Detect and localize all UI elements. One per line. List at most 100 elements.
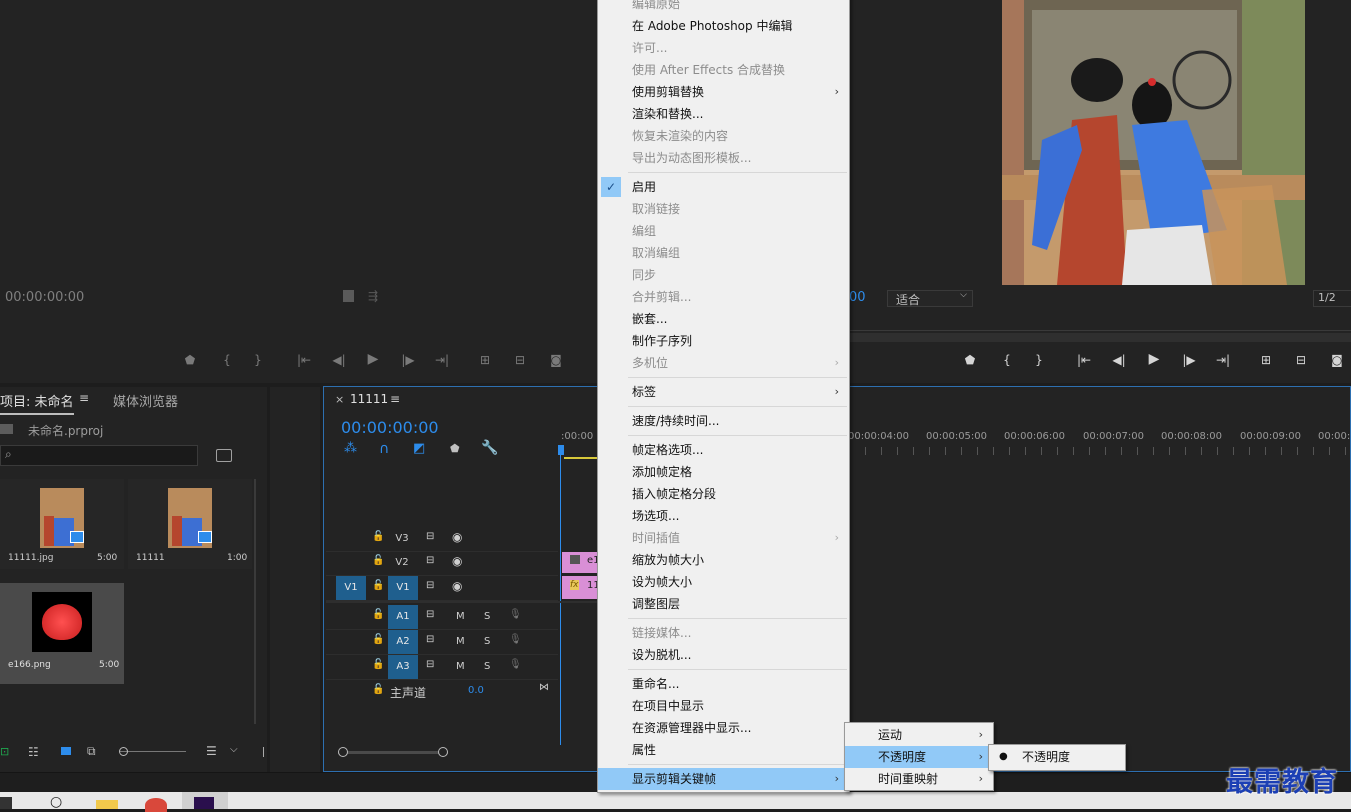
menu-item[interactable]: 同步 [598, 264, 849, 286]
solo-button[interactable]: S [484, 661, 490, 672]
program-timecode-partial[interactable]: 00 [849, 290, 866, 305]
submenu-item-opacity[interactable]: 不透明度 › [845, 746, 993, 768]
step-forward-icon[interactable]: |▶ [1180, 353, 1198, 367]
go-to-in-icon[interactable]: |⇤ [295, 353, 313, 367]
sync-lock-icon[interactable]: ⊟ [426, 659, 434, 670]
overwrite-icon[interactable]: ⊟ [511, 353, 529, 367]
menu-item[interactable]: 标签 › [598, 381, 849, 403]
clip-v1[interactable]: fx 11 [562, 576, 598, 599]
track-label-v3[interactable]: V3 [391, 533, 413, 544]
menu-item-show-clip-keyframes[interactable]: 显示剪辑关键帧 › [598, 768, 849, 790]
lock-icon[interactable]: 🔓 [372, 580, 384, 591]
zoom-slider[interactable] [119, 747, 186, 756]
sort-icon[interactable]: ☰ [206, 744, 217, 758]
lock-icon[interactable]: 🔓 [372, 609, 384, 620]
sync-lock-icon[interactable]: ⊟ [426, 531, 434, 542]
mark-out-icon[interactable]: } [1030, 353, 1048, 367]
track-label-a1[interactable]: A1 [388, 605, 418, 629]
resolution-select[interactable]: 1/2 [1313, 290, 1351, 307]
sync-lock-icon[interactable]: ⊟ [426, 580, 434, 591]
add-marker-icon[interactable]: ⬟ [450, 442, 460, 455]
chevron-down-icon[interactable]: ⌵ [230, 744, 238, 755]
export-frame-icon[interactable]: ⇶ [368, 289, 378, 303]
menu-item[interactable]: 设为帧大小 [598, 571, 849, 593]
menu-item[interactable]: ✓ 启用 [598, 176, 849, 198]
lock-icon[interactable]: ⊡ [0, 745, 9, 758]
settings-wrench-icon[interactable]: 🔧 [481, 440, 498, 456]
playhead-handle[interactable] [558, 445, 564, 455]
timeline-timecode[interactable]: 00:00:00:00 [341, 418, 439, 437]
lock-icon[interactable]: 🔓 [372, 634, 384, 645]
linked-selection-icon[interactable]: ◩ [413, 441, 425, 456]
go-to-out-icon[interactable]: ⇥| [433, 353, 451, 367]
lock-icon[interactable]: 🔓 [372, 531, 384, 542]
menu-item[interactable]: 渲染和替换... [598, 103, 849, 125]
fit-select[interactable]: 适合 ⌵ [887, 290, 973, 307]
list-item[interactable]: 11111 1:00 [128, 479, 252, 569]
eye-icon[interactable]: ◉ [452, 579, 462, 593]
track-label-a3[interactable]: A3 [388, 655, 418, 679]
mute-button[interactable]: M [456, 636, 465, 647]
menu-item[interactable]: 设为脱机... [598, 644, 849, 666]
mark-out-icon[interactable]: } [249, 353, 267, 367]
windows-start-icon[interactable] [0, 797, 12, 809]
menu-item[interactable]: 缩放为帧大小 [598, 549, 849, 571]
program-scrub-bar[interactable] [849, 333, 1351, 342]
search-input[interactable]: ⌕ [0, 445, 198, 466]
step-back-icon[interactable]: ◀| [330, 353, 348, 367]
sync-lock-icon[interactable]: ⊟ [426, 634, 434, 645]
go-to-end-icon[interactable]: ⋈ [539, 682, 549, 693]
source-patch-v1[interactable]: V1 [336, 576, 366, 600]
menu-item[interactable]: 编辑原始 [598, 0, 849, 15]
panel-menu-icon[interactable]: ≡ [390, 392, 400, 406]
playhead[interactable] [560, 445, 561, 745]
menu-item[interactable]: 插入帧定格分段 [598, 483, 849, 505]
lock-icon[interactable]: 🔓 [372, 555, 384, 566]
menu-item[interactable]: 使用 After Effects 合成替换 [598, 59, 849, 81]
submenu-item-time-remap[interactable]: 时间重映射 › [845, 768, 993, 790]
menu-item[interactable]: 多机位 › [598, 352, 849, 374]
go-to-out-icon[interactable]: ⇥| [1214, 353, 1232, 367]
eye-icon[interactable]: ◉ [452, 530, 462, 544]
menu-item[interactable]: 使用剪辑替换 › [598, 81, 849, 103]
icon-view-icon[interactable] [61, 747, 71, 755]
freeform-view-icon[interactable]: ⧉ [87, 744, 96, 759]
camera-icon[interactable]: ◙ [547, 353, 565, 367]
play-icon[interactable]: ▶ [364, 351, 382, 367]
microphone-icon[interactable]: 🎙 [509, 659, 522, 670]
menu-item[interactable]: 取消编组 [598, 242, 849, 264]
menu-item[interactable]: 嵌套... [598, 308, 849, 330]
clip-v2[interactable]: e1 [562, 552, 598, 573]
step-forward-icon[interactable]: |▶ [399, 353, 417, 367]
timeline-zoom-scrollbar[interactable] [338, 747, 448, 757]
search-icon[interactable]: ○ [50, 794, 62, 810]
menu-item[interactable]: 时间插值 › [598, 527, 849, 549]
insert-icon[interactable]: ⊞ [476, 353, 494, 367]
step-back-icon[interactable]: ◀| [1110, 353, 1128, 367]
list-item[interactable]: e166.png 5:00 [0, 583, 124, 684]
work-area-bar[interactable] [564, 457, 598, 459]
menu-item[interactable]: 合并剪辑... [598, 286, 849, 308]
snap-icon[interactable]: ∩ [379, 441, 389, 457]
eye-icon[interactable]: ◉ [452, 554, 462, 568]
menu-item[interactable]: 调整图层 [598, 593, 849, 615]
menu-item[interactable]: 速度/持续时间... [598, 410, 849, 432]
mute-button[interactable]: M [456, 611, 465, 622]
nest-toggle-icon[interactable]: ⁂ [344, 441, 357, 456]
lock-icon[interactable]: 🔓 [372, 684, 384, 695]
chrome-icon[interactable] [145, 798, 167, 812]
menu-item[interactable]: 属性 [598, 739, 849, 761]
menu-item[interactable]: 取消链接 [598, 198, 849, 220]
close-icon[interactable]: × [335, 393, 344, 406]
menu-item[interactable]: 帧定格选项... [598, 439, 849, 461]
menu-item[interactable]: 重命名... [598, 673, 849, 695]
safe-margin-icon[interactable] [343, 290, 354, 302]
premiere-icon[interactable] [182, 792, 228, 809]
menu-item[interactable]: 许可... [598, 37, 849, 59]
submenu-item-opacity-property[interactable]: ● 不透明度 [989, 746, 1125, 768]
solo-button[interactable]: S [484, 611, 490, 622]
play-icon[interactable]: ▶ [1145, 351, 1163, 367]
menu-item[interactable]: 在 Adobe Photoshop 中编辑 [598, 15, 849, 37]
tab-media-browser[interactable]: 媒体浏览器 [113, 391, 178, 410]
master-volume-value[interactable]: 0.0 [468, 685, 484, 696]
